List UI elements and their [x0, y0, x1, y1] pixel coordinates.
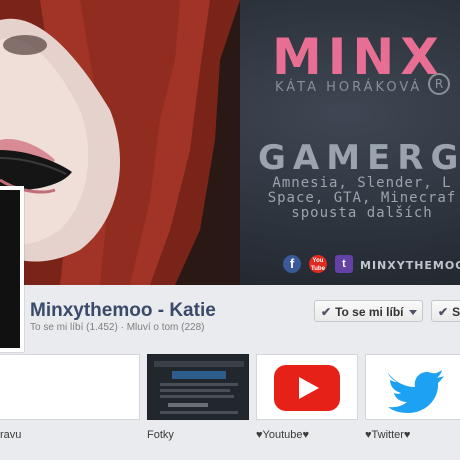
- app-tile-youtube[interactable]: [256, 354, 358, 420]
- checkmark-icon: ✔: [438, 305, 449, 319]
- gamer-heading: GAMERG: [258, 138, 460, 178]
- app-tile-label[interactable]: ♥Youtube♥: [256, 429, 309, 441]
- games-line: Amnesia, Slender, L: [272, 175, 452, 191]
- app-tile-label[interactable]: ravu: [0, 429, 21, 441]
- facebook-icon: f: [283, 255, 301, 273]
- app-tile-label[interactable]: Fotky: [147, 429, 174, 441]
- games-list: Amnesia, Slender, L Space, GTA, Minecraf…: [262, 176, 460, 221]
- app-tile-about[interactable]: [0, 354, 140, 420]
- secondary-button-label: S: [452, 305, 460, 319]
- twitch-icon: t: [335, 255, 353, 273]
- page-stats: To se mi líbí (1.452) · Mluví o tom (228…: [30, 322, 205, 333]
- page-title[interactable]: Minxythemoo - Katie: [30, 300, 216, 322]
- secondary-action-button[interactable]: ✔ S: [431, 300, 460, 322]
- checkmark-icon: ✔: [321, 305, 332, 319]
- like-button-label: To se mi líbí: [335, 305, 404, 319]
- app-tile-twitter[interactable]: [365, 354, 460, 420]
- profile-picture[interactable]: [0, 186, 24, 352]
- app-tile-label[interactable]: ♥Twitter♥: [365, 429, 410, 441]
- youtube-logo-icon: [274, 365, 340, 411]
- channel-handle: MINXYTHEMOOOF: [360, 259, 460, 272]
- games-line: Space, GTA, Minecraf: [267, 190, 457, 206]
- app-tile-photos[interactable]: [147, 354, 249, 420]
- cover-photo[interactable]: MINX KÁTA HORÁKOVÁ R GAMERG Amnesia, Sle…: [0, 0, 460, 285]
- registered-mark-icon: R: [428, 73, 450, 95]
- youtube-icon: You Tube: [309, 255, 327, 273]
- like-button[interactable]: ✔ To se mi líbí: [314, 300, 423, 322]
- chevron-down-icon: [408, 310, 417, 316]
- brand-title: MINX: [272, 28, 445, 86]
- photos-thumbnail-image: [148, 355, 248, 419]
- cover-portrait-image: [0, 0, 240, 285]
- twitter-bird-icon: [388, 370, 444, 413]
- brand-subtitle: KÁTA HORÁKOVÁ: [275, 80, 423, 95]
- games-line: spousta dalších: [291, 205, 433, 221]
